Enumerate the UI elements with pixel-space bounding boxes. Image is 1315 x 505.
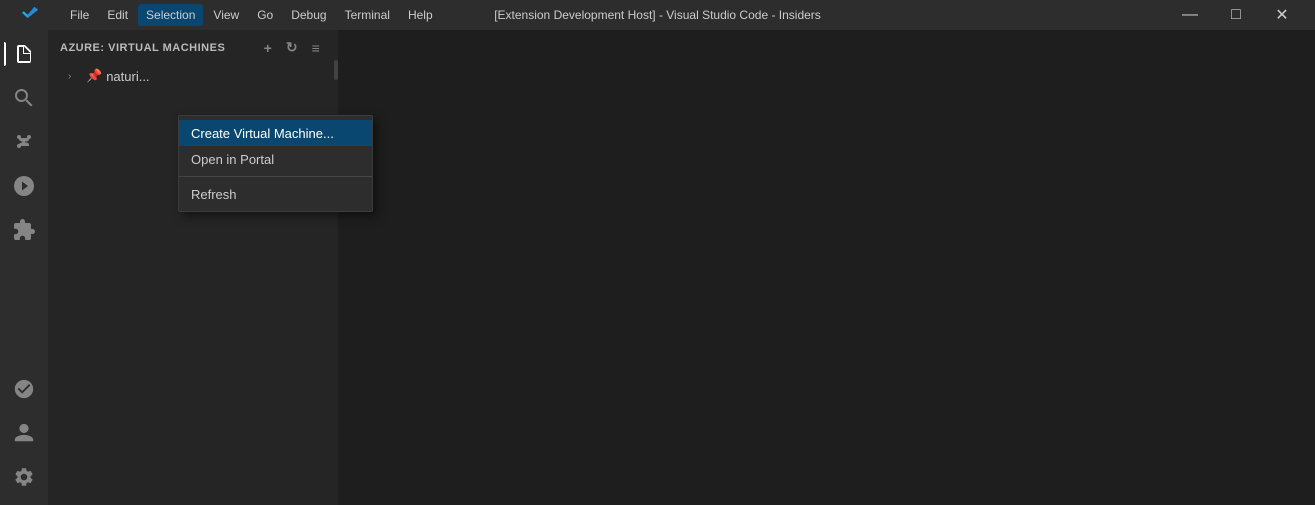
explorer-icon[interactable] — [4, 34, 44, 74]
sidebar-header-actions: + ↻ ≡ — [258, 38, 326, 58]
add-subscription-button[interactable]: + — [258, 38, 278, 58]
collapse-all-button[interactable]: ≡ — [306, 38, 326, 58]
accounts-activity-icon[interactable] — [4, 413, 44, 453]
activity-bar — [0, 30, 48, 505]
extensions-activity-icon[interactable] — [4, 210, 44, 250]
tree-item-subscription[interactable]: › 📌 naturi... — [48, 65, 338, 87]
context-menu: Create Virtual Machine... Open in Portal… — [178, 115, 373, 212]
menu-selection[interactable]: Selection — [138, 4, 203, 26]
settings-activity-icon[interactable] — [4, 457, 44, 497]
menu-terminal[interactable]: Terminal — [337, 4, 398, 26]
menu-file[interactable]: File — [62, 4, 97, 26]
activity-bar-bottom — [4, 369, 44, 505]
window-title: [Extension Development Host] - Visual St… — [494, 8, 821, 22]
maximize-button[interactable]: □ — [1213, 0, 1259, 30]
close-button[interactable]: ✕ — [1259, 0, 1305, 30]
menu-view[interactable]: View — [205, 4, 247, 26]
subscription-icon: 📌 — [86, 68, 102, 84]
context-menu-item-refresh[interactable]: Refresh — [179, 181, 372, 207]
run-activity-icon[interactable] — [4, 166, 44, 206]
refresh-sidebar-button[interactable]: ↻ — [282, 38, 302, 58]
sidebar-header: Azure: Virtual Machines + ↻ ≡ — [48, 30, 338, 65]
menu-help[interactable]: Help — [400, 4, 441, 26]
vscode-logo — [10, 0, 50, 35]
menu-debug[interactable]: Debug — [283, 4, 334, 26]
subscription-label: naturi... — [106, 69, 149, 84]
context-menu-item-open-portal[interactable]: Open in Portal — [179, 146, 372, 172]
menu-edit[interactable]: Edit — [99, 4, 136, 26]
sidebar: Azure: Virtual Machines + ↻ ≡ › 📌 naturi… — [48, 30, 338, 505]
search-activity-icon[interactable] — [4, 78, 44, 118]
source-control-activity-icon[interactable] — [4, 122, 44, 162]
scrollbar-thumb[interactable] — [334, 65, 338, 80]
sidebar-title: Azure: Virtual Machines — [60, 42, 225, 54]
context-menu-item-create-vm[interactable]: Create Virtual Machine... — [179, 120, 372, 146]
minimize-button[interactable]: — — [1167, 0, 1213, 30]
main-layout: Azure: Virtual Machines + ↻ ≡ › 📌 naturi… — [0, 30, 1315, 505]
remote-activity-icon[interactable] — [4, 369, 44, 409]
editor-area — [338, 30, 1315, 505]
title-bar: File Edit Selection View Go Debug Termin… — [0, 0, 1315, 30]
menu-go[interactable]: Go — [249, 4, 281, 26]
window-controls: — □ ✕ — [1167, 0, 1305, 30]
context-menu-separator — [179, 176, 372, 177]
chevron-right-icon: › — [68, 71, 82, 82]
menu-bar: File Edit Selection View Go Debug Termin… — [62, 4, 441, 26]
